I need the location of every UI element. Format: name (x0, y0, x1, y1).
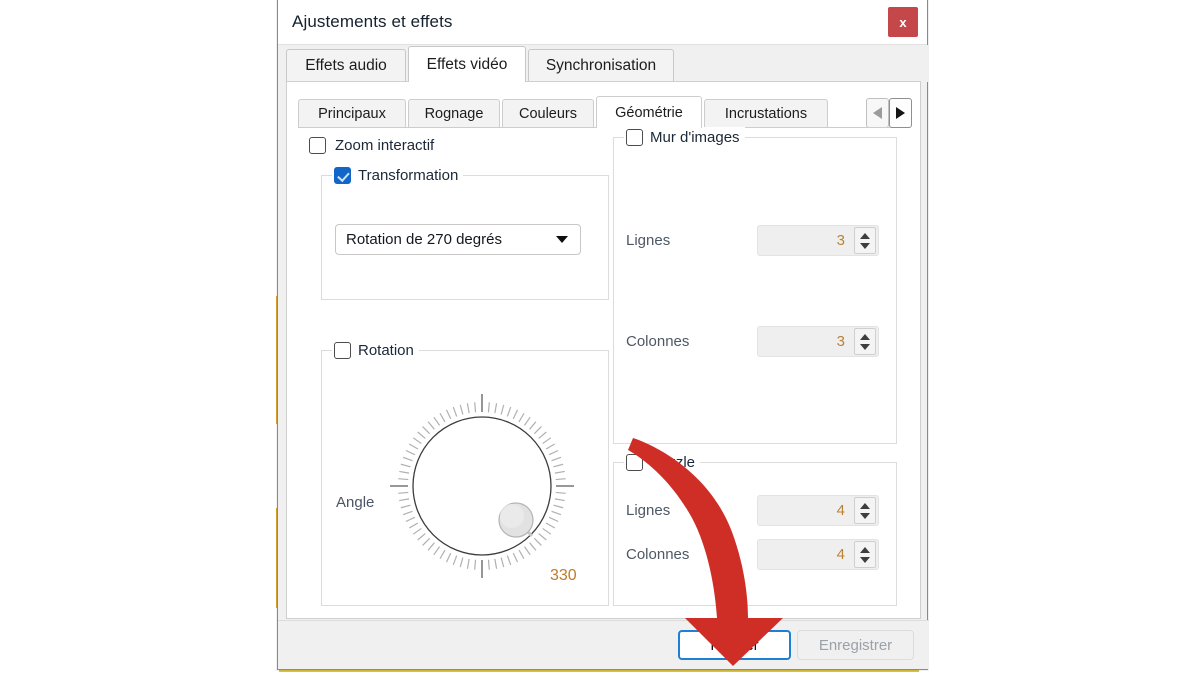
mur-rows-label: Lignes (626, 232, 671, 249)
chevron-up-icon[interactable] (860, 502, 870, 509)
tab-effets-video[interactable]: Effets vidéo (408, 46, 526, 82)
mur-cols-stepper[interactable]: 3 (757, 326, 879, 357)
puzzle-cols-row: Colonnes (626, 546, 689, 563)
zoom-interactif-checkbox-row[interactable]: Zoom interactif (309, 137, 434, 154)
transformation-label: Transformation (358, 167, 459, 184)
tab-scroll-controls (866, 98, 912, 128)
mur-dimages-legend[interactable]: Mur d'images (624, 127, 745, 148)
puzzle-rows-stepper-buttons[interactable] (854, 497, 876, 524)
rotation-label: Rotation (358, 342, 414, 359)
mur-dimages-group: Mur d'images Lignes 3 Colonnes 3 (613, 127, 897, 444)
puzzle-cols-stepper-buttons[interactable] (854, 541, 876, 568)
chevron-down-icon[interactable] (860, 242, 870, 249)
tab-synchronisation[interactable]: Synchronisation (528, 49, 674, 82)
angle-dial[interactable] (382, 386, 582, 586)
puzzle-rows-stepper[interactable]: 4 (757, 495, 879, 526)
tab-rognage[interactable]: Rognage (408, 99, 500, 128)
chevron-down-icon[interactable] (860, 556, 870, 563)
transformation-legend[interactable]: Transformation (332, 165, 464, 186)
puzzle-rows-row: Lignes (626, 502, 670, 519)
puzzle-rows-label: Lignes (626, 502, 671, 519)
tab-effets-audio[interactable]: Effets audio (286, 49, 406, 82)
mur-rows-stepper-buttons[interactable] (854, 227, 876, 254)
puzzle-cols-label: Colonnes (626, 546, 690, 563)
zoom-interactif-checkbox[interactable] (309, 137, 326, 154)
chevron-left-icon[interactable] (866, 98, 889, 128)
inner-tab-strip: Principaux Rognage Couleurs Géométrie In… (298, 96, 912, 128)
chevron-right-icon[interactable] (889, 98, 912, 128)
tab-page-effets-video: Principaux Rognage Couleurs Géométrie In… (286, 81, 921, 619)
rotation-checkbox[interactable] (334, 342, 351, 359)
puzzle-legend[interactable]: Puzzle (624, 452, 701, 473)
screen: Ajustements et effets x Effets audio Eff… (0, 0, 1200, 675)
mur-cols-value: 3 (836, 333, 845, 350)
transformation-combo[interactable]: Rotation de 270 degrés (335, 224, 581, 255)
angle-label: Angle (336, 494, 375, 511)
puzzle-group: Puzzle Lignes 4 Colonnes 4 (613, 452, 897, 606)
page-title: Ajustements et effets (292, 12, 453, 31)
tab-incrustations[interactable]: Incrustations (704, 99, 828, 128)
fermer-button[interactable]: Fermer (678, 630, 791, 660)
title-bar: Ajustements et effets x (278, 0, 927, 45)
chevron-up-icon[interactable] (860, 333, 870, 340)
chevron-up-icon[interactable] (860, 546, 870, 553)
outer-tab-strip: Effets audio Effets vidéo Synchronisatio… (278, 45, 929, 82)
puzzle-label: Puzzle (650, 454, 696, 471)
puzzle-cols-value: 4 (836, 546, 845, 563)
puzzle-cols-stepper[interactable]: 4 (757, 539, 879, 570)
close-icon[interactable]: x (888, 7, 918, 37)
puzzle-checkbox[interactable] (626, 454, 643, 471)
mur-dimages-checkbox[interactable] (626, 129, 643, 146)
enregistrer-button: Enregistrer (797, 630, 914, 660)
mur-rows-row: Lignes (626, 232, 670, 249)
transformation-group: Transformation Rotation de 270 degrés (321, 165, 609, 300)
mur-rows-value: 3 (836, 232, 845, 249)
chevron-down-icon[interactable] (860, 512, 870, 519)
tab-geometrie[interactable]: Géométrie (596, 96, 702, 128)
zoom-interactif-label: Zoom interactif (335, 137, 435, 154)
rotation-group: Rotation Angle 330 (321, 340, 609, 606)
mur-cols-stepper-buttons[interactable] (854, 328, 876, 355)
mur-rows-stepper[interactable]: 3 (757, 225, 879, 256)
rotation-legend[interactable]: Rotation (332, 340, 419, 361)
dialog-footer: Fermer Enregistrer (278, 620, 929, 669)
chevron-up-icon[interactable] (860, 232, 870, 239)
geometry-right-pane: Mur d'images Lignes 3 Colonnes 3 Puzzle … (613, 127, 905, 607)
adjustments-effects-dialog: Ajustements et effets x Effets audio Eff… (277, 0, 929, 670)
transformation-checkbox[interactable] (334, 167, 351, 184)
mur-dimages-label: Mur d'images (650, 129, 740, 146)
geometry-left-pane: Zoom interactif Transformation Rotation … (309, 137, 609, 607)
mur-cols-label: Colonnes (626, 333, 690, 350)
tab-principaux[interactable]: Principaux (298, 99, 406, 128)
chevron-down-icon[interactable] (860, 343, 870, 350)
puzzle-rows-value: 4 (836, 502, 845, 519)
mur-cols-row: Colonnes (626, 333, 689, 350)
tab-couleurs[interactable]: Couleurs (502, 99, 594, 128)
transformation-combo-value: Rotation de 270 degrés (346, 231, 502, 248)
chevron-down-icon (556, 236, 568, 243)
